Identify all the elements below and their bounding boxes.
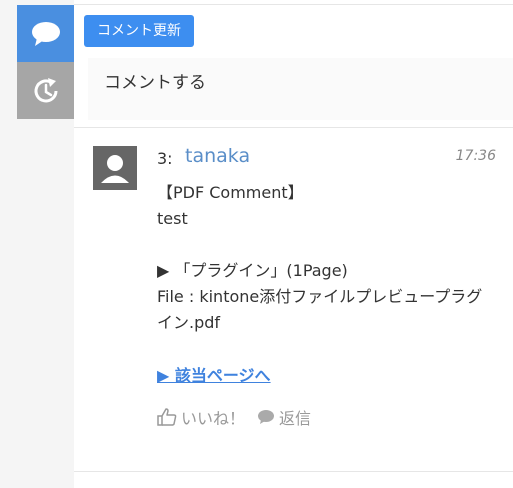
- jump-to-page-link[interactable]: ▶ 該当ページへ: [157, 362, 271, 386]
- comment-line: test: [157, 209, 188, 228]
- reply-button[interactable]: 返信: [257, 405, 311, 429]
- like-button[interactable]: いいね！: [157, 405, 245, 429]
- comment-line: 【PDF Comment】: [157, 183, 304, 202]
- comment-author[interactable]: tanaka: [185, 145, 250, 167]
- divider: [74, 4, 513, 5]
- user-icon: [93, 146, 137, 190]
- comment-actions: いいね！ 返信: [157, 405, 311, 429]
- tab-comments[interactable]: [17, 5, 74, 62]
- comment-line: ▶ 「プラグイン」(1Page): [157, 261, 348, 280]
- comment-line: File : kintone添付ファイルプレビュープラグ: [157, 287, 483, 306]
- comment-line: イン.pdf: [157, 313, 221, 332]
- refresh-comments-button[interactable]: コメント更新: [84, 15, 194, 47]
- comment-time: 17:36: [455, 148, 496, 164]
- comment-body: 【PDF Comment】 test ▶ 「プラグイン」(1Page) File…: [157, 180, 502, 336]
- comment-number: 3:: [157, 149, 173, 168]
- tab-history[interactable]: [17, 62, 74, 119]
- avatar: [93, 146, 137, 190]
- thumbs-up-icon: [157, 408, 177, 426]
- reply-label: 返信: [279, 409, 312, 428]
- sidebar-edge: [0, 0, 17, 488]
- divider: [74, 471, 513, 472]
- divider: [74, 127, 513, 128]
- comment-input-placeholder: コメントする: [104, 73, 206, 93]
- speech-bubble-icon: [258, 410, 275, 424]
- like-label: いいね！: [181, 409, 246, 428]
- comment-line: [157, 232, 502, 258]
- history-icon: [34, 77, 57, 102]
- speech-bubble-icon: [31, 21, 60, 46]
